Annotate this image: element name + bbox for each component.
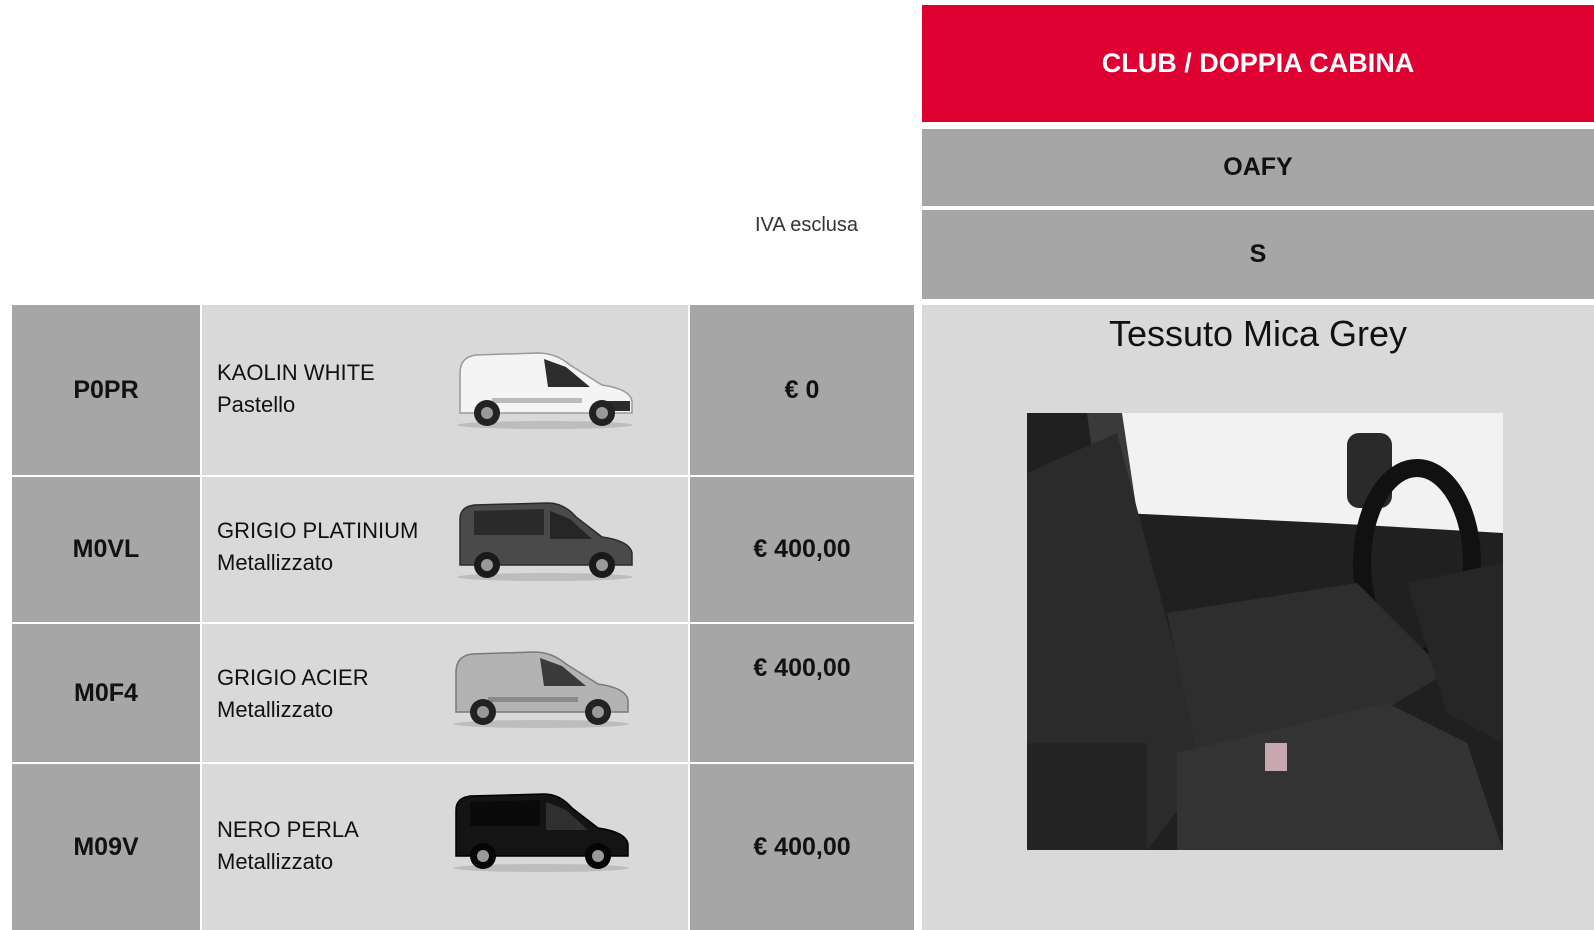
paint-type: Metallizzato bbox=[217, 550, 334, 575]
van-black-icon bbox=[453, 793, 629, 872]
paint-type: Metallizzato bbox=[217, 697, 334, 722]
color-name-block: GRIGIO PLATINIUM Metallizzato bbox=[217, 515, 418, 579]
paint-type: Metallizzato bbox=[217, 849, 334, 874]
color-description: NERO PERLA Metallizzato bbox=[202, 764, 688, 930]
interior-seat-illustration bbox=[1027, 413, 1503, 850]
version-code-header: OAFY bbox=[922, 129, 1594, 206]
grade-header: S bbox=[922, 210, 1594, 299]
paint-type: Pastello bbox=[217, 392, 296, 417]
color-row: M0VL GRIGIO PLATINIUM Metallizzato € 400… bbox=[12, 477, 914, 622]
color-name: GRIGIO ACIER bbox=[217, 665, 369, 690]
color-name-block: GRIGIO ACIER Metallizzato bbox=[217, 662, 369, 726]
vat-note: IVA esclusa bbox=[755, 214, 859, 236]
trim-title: Tessuto Mica Grey bbox=[1108, 313, 1408, 354]
color-price: € 400,00 bbox=[690, 477, 914, 622]
color-price: € 0 bbox=[690, 305, 914, 475]
van-white-icon bbox=[457, 352, 633, 429]
color-description: KAOLIN WHITE Pastello bbox=[202, 305, 688, 475]
color-price: € 400,00 bbox=[690, 764, 914, 930]
van-grey-acier-icon bbox=[453, 651, 629, 728]
color-name: KAOLIN WHITE bbox=[217, 360, 375, 385]
van-grey-platinium-icon bbox=[457, 502, 633, 581]
color-row: P0PR KAOLIN WHITE Pastello € 0 bbox=[12, 305, 914, 475]
color-description: GRIGIO ACIER Metallizzato bbox=[202, 624, 688, 762]
color-code: M09V bbox=[12, 764, 200, 930]
color-price: € 400,00 bbox=[690, 624, 914, 762]
color-code: M0F4 bbox=[12, 624, 200, 762]
color-description: GRIGIO PLATINIUM Metallizzato bbox=[202, 477, 688, 622]
color-row: M09V NERO PERLA Metallizzato € 400,00 bbox=[12, 764, 914, 930]
color-code: P0PR bbox=[12, 305, 200, 475]
interior-trim-panel: Tessuto Mica Grey bbox=[922, 305, 1594, 930]
version-header: CLUB / DOPPIA CABINA bbox=[922, 5, 1594, 122]
color-name-block: KAOLIN WHITE Pastello bbox=[217, 357, 375, 421]
color-name: NERO PERLA bbox=[217, 817, 359, 842]
color-name-block: NERO PERLA Metallizzato bbox=[217, 814, 359, 878]
interior-seat-image bbox=[1027, 413, 1503, 850]
color-row: M0F4 GRIGIO ACIER Metallizzato € 400,00 bbox=[12, 624, 914, 762]
color-name: GRIGIO PLATINIUM bbox=[217, 518, 419, 543]
color-code: M0VL bbox=[12, 477, 200, 622]
